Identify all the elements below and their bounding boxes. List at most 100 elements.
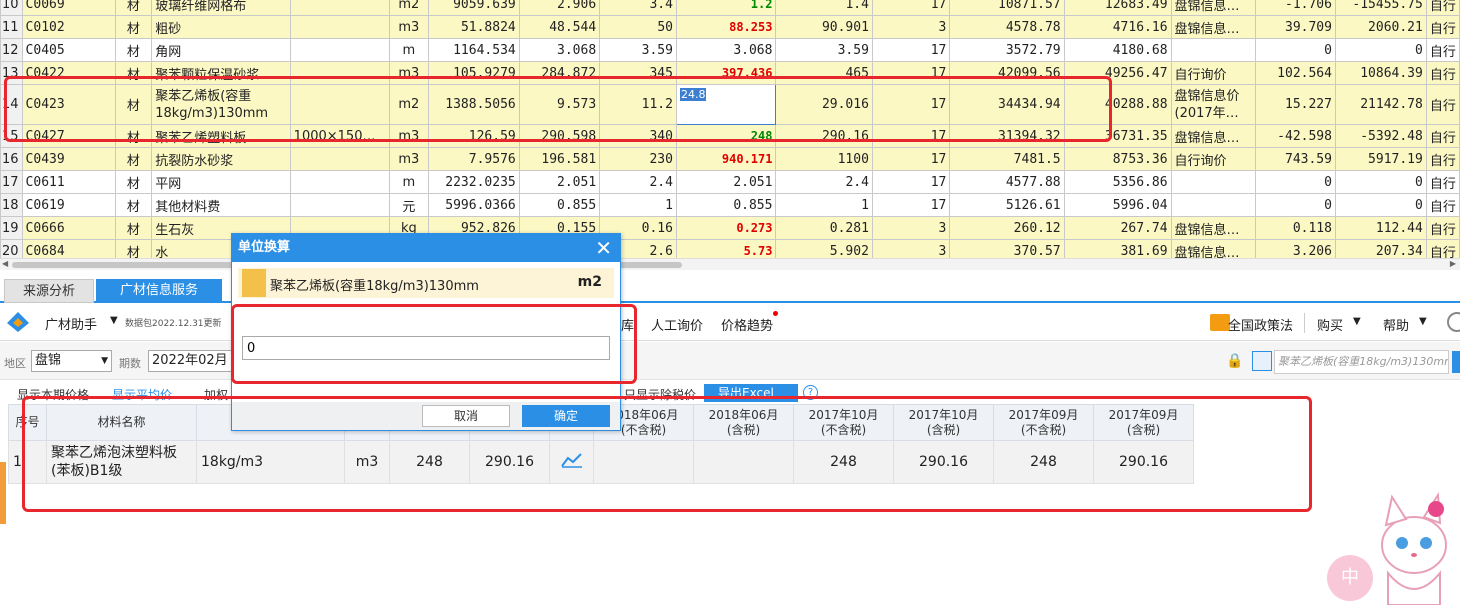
cell-p3[interactable]: 3.068	[675, 38, 777, 62]
cell-p4[interactable]: 1.4	[775, 0, 873, 16]
cell-tax[interactable]: 3	[871, 239, 951, 258]
cell-spec[interactable]	[289, 193, 390, 217]
cell-name[interactable]: 平网	[151, 170, 291, 194]
cell-rn[interactable]: 12	[0, 38, 23, 62]
cell-spec[interactable]	[289, 61, 390, 85]
cell-type[interactable]: 材	[114, 193, 153, 217]
cell-diff[interactable]: 0	[1254, 170, 1336, 194]
cell-spec[interactable]	[289, 170, 390, 194]
cell-name[interactable]: 其他材料费	[151, 193, 291, 217]
search-button[interactable]	[1452, 351, 1460, 373]
cell-last[interactable]: 自行	[1425, 193, 1460, 217]
cell-p1[interactable]: 284.872	[518, 61, 601, 85]
cell-code[interactable]: C0422	[21, 61, 116, 85]
cell-rn[interactable]: 20	[0, 239, 23, 258]
cell-name[interactable]: 角网	[151, 38, 291, 62]
help-circle-icon[interactable]: ?	[803, 385, 818, 400]
cell-diff[interactable]: 0	[1254, 193, 1336, 217]
cell-last[interactable]: 自行	[1425, 239, 1460, 258]
cell-p3[interactable]: 88.253	[675, 15, 777, 39]
scroll-right-icon[interactable]: ▶	[1450, 259, 1456, 268]
cell-amt1[interactable]: 42099.56	[949, 61, 1065, 85]
cell-last[interactable]: 自行	[1425, 38, 1460, 62]
cell-src[interactable]: 盘锦信息…	[1170, 239, 1256, 258]
export-excel-button[interactable]: 导出Excel	[704, 384, 798, 402]
cell-qty[interactable]: 7.9576	[427, 147, 520, 171]
cell-p3[interactable]: 2.051	[675, 170, 777, 194]
cell-unit[interactable]: m3	[388, 15, 429, 39]
buy-dropdown-icon[interactable]: ▼	[1353, 316, 1361, 327]
cell-code[interactable]: C0666	[21, 216, 116, 240]
cell-tax[interactable]: 3	[871, 15, 951, 39]
cell-code[interactable]: C0619	[21, 193, 116, 217]
cell-unit[interactable]: m2	[388, 0, 429, 16]
cell-amt2[interactable]: 12683.49	[1063, 0, 1172, 16]
cell-diffamt[interactable]: 10864.39	[1334, 61, 1427, 85]
cell-code[interactable]: C0427	[21, 124, 116, 148]
cell-p2[interactable]: 230	[599, 147, 677, 171]
national-policy-link[interactable]: 全国政策法	[1228, 315, 1296, 334]
cell-spec[interactable]	[289, 84, 390, 125]
cell-type[interactable]: 材	[114, 15, 153, 39]
assistant-title[interactable]: 广材助手	[45, 314, 97, 333]
cell-amt1[interactable]: 4578.78	[949, 15, 1065, 39]
cell-src[interactable]: 盘锦信息…	[1170, 15, 1256, 39]
cell-tax[interactable]: 17	[871, 0, 951, 16]
grid-row[interactable]: 14 C0423 材聚苯乙烯板(容重18kg/m3)130mm m2 1388.5056…	[0, 84, 1460, 125]
cell-diff[interactable]: 39.709	[1254, 15, 1336, 39]
cell-unit[interactable]: m3	[388, 124, 429, 148]
cell-amt2[interactable]: 5356.86	[1063, 170, 1172, 194]
cell-spec[interactable]	[289, 15, 390, 39]
cell-rn[interactable]: 11	[0, 15, 23, 39]
ok-button[interactable]: 确定	[522, 405, 610, 427]
cell-p3[interactable]: 397.436	[675, 61, 777, 85]
cell-p2[interactable]: 1	[599, 193, 677, 217]
cell-code[interactable]: C0684	[21, 239, 116, 258]
grid-row[interactable]: 20C0684材水m3142.32.62.65.735.9023370.5738…	[0, 239, 1460, 258]
cell-tax[interactable]: 17	[871, 38, 951, 62]
cell-rn[interactable]: 16	[0, 147, 23, 171]
cell-p4[interactable]: 1	[775, 193, 873, 217]
cell-spec[interactable]	[289, 147, 390, 171]
cell-qty[interactable]: 126.59	[427, 124, 520, 148]
cell-type[interactable]: 材	[114, 61, 153, 85]
cell-p1[interactable]: 48.544	[518, 15, 601, 39]
side-panel-handle[interactable]	[0, 462, 6, 524]
cell-name[interactable]: 抗裂防水砂浆	[151, 147, 291, 171]
cell-src[interactable]: 盘锦信息价(2017年…	[1170, 84, 1256, 125]
cell-p2[interactable]: 3.59	[599, 38, 677, 62]
cell-src[interactable]	[1170, 193, 1256, 217]
cell-name[interactable]: 粗砂	[151, 15, 291, 39]
cell-rn[interactable]: 19	[0, 216, 23, 240]
cell-diff[interactable]: -42.598	[1254, 124, 1336, 148]
cell-diff[interactable]: 0	[1254, 38, 1336, 62]
cell-rn[interactable]: 13	[0, 61, 23, 85]
cell-p1[interactable]: 2.051	[518, 170, 601, 194]
cell-src[interactable]: 盘锦信息…	[1170, 124, 1256, 148]
cell-p2[interactable]: 11.2	[599, 84, 677, 125]
cell-p3[interactable]: 5.73	[675, 239, 777, 258]
cell-code[interactable]: C0069	[21, 0, 116, 16]
tab-material-info[interactable]: 广材信息服务	[96, 279, 222, 303]
cell-type[interactable]: 材	[114, 38, 153, 62]
cell-p1[interactable]: 196.581	[518, 147, 601, 171]
cell-code[interactable]: C0439	[21, 147, 116, 171]
cell-type[interactable]: 材	[114, 84, 153, 125]
manual-inquiry-link[interactable]: 人工询价	[651, 315, 703, 334]
user-icon[interactable]	[1447, 312, 1460, 332]
cell-amt2[interactable]: 267.74	[1063, 216, 1172, 240]
cell-diffamt[interactable]: 0	[1334, 170, 1427, 194]
cell-unit[interactable]: m3	[388, 61, 429, 85]
cell-qty[interactable]: 1164.534	[427, 38, 520, 62]
cell-name[interactable]: 聚苯颗粒保温砂浆	[151, 61, 291, 85]
period-select[interactable]: 2022年02月	[148, 350, 238, 372]
cell-diffamt[interactable]: 21142.78	[1334, 84, 1427, 125]
unlock-icon[interactable]	[1252, 351, 1272, 371]
cell-spec[interactable]: 1000×150…	[289, 124, 390, 148]
editing-value[interactable]: 24.8	[679, 88, 707, 101]
help-menu[interactable]: 帮助	[1383, 315, 1409, 334]
cell-qty[interactable]: 51.8824	[427, 15, 520, 39]
cell-spec[interactable]	[289, 0, 390, 16]
cell-amt2[interactable]: 40288.88	[1063, 84, 1172, 125]
cell-last[interactable]: 自行	[1425, 216, 1460, 240]
